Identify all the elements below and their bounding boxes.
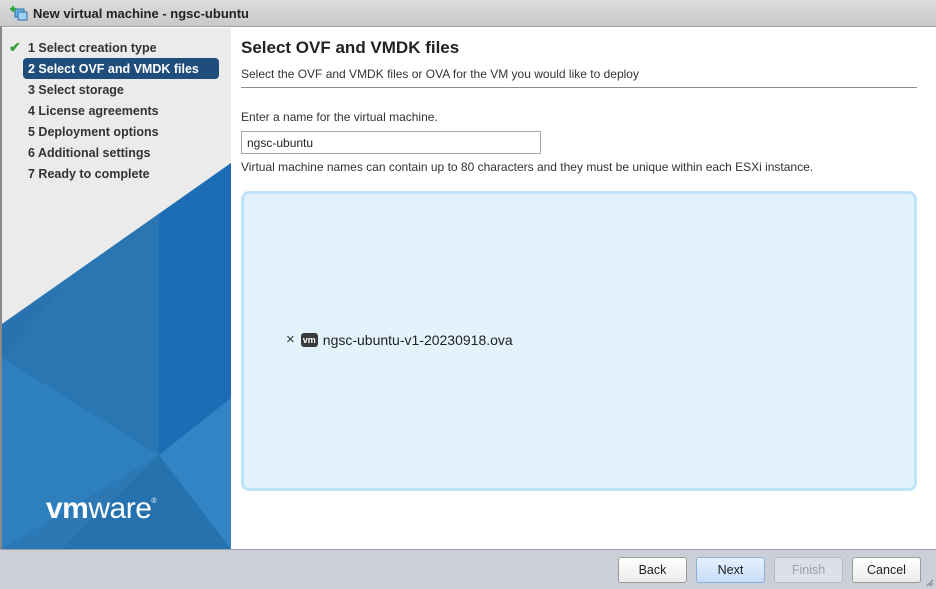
file-name: ngsc-ubuntu-v1-20230918.ova <box>322 331 513 348</box>
finish-button: Finish <box>774 557 843 583</box>
vm-name-hint: Virtual machine names can contain up to … <box>241 160 814 174</box>
cancel-button[interactable]: Cancel <box>852 557 921 583</box>
file-dropzone[interactable]: × vm ngsc-ubuntu-v1-20230918.ova <box>241 191 917 491</box>
wizard-step-label: 4 License agreements <box>28 103 159 118</box>
check-icon: ✔ <box>9 39 21 55</box>
wizard-steps: ✔ 1 Select creation type 2 Select OVF an… <box>2 37 231 184</box>
page-title: Select OVF and VMDK files <box>241 38 460 57</box>
wizard-content: Select OVF and VMDK files Select the OVF… <box>231 28 936 549</box>
wizard-step-5[interactable]: 5 Deployment options <box>2 121 231 142</box>
logo-ware-text: ware <box>88 492 152 525</box>
wizard-step-4[interactable]: 4 License agreements <box>2 100 231 121</box>
logo-vm-text: vm <box>46 492 89 525</box>
wizard-step-1[interactable]: ✔ 1 Select creation type <box>2 37 231 58</box>
wizard-step-7[interactable]: 7 Ready to complete <box>2 163 231 184</box>
wizard-step-label: 3 Select storage <box>28 82 124 97</box>
window-title: New virtual machine - ngsc-ubuntu <box>33 5 249 21</box>
wizard-footer: Back Next Finish Cancel <box>0 549 936 589</box>
window-titlebar[interactable]: New virtual machine - ngsc-ubuntu <box>0 0 936 27</box>
vm-file-icon: vm <box>300 332 318 347</box>
wizard-step-3[interactable]: 3 Select storage <box>2 79 231 100</box>
resize-grip-icon[interactable] <box>926 579 934 587</box>
new-vm-icon <box>10 5 28 21</box>
wizard-step-label: 6 Additional settings <box>28 145 151 160</box>
wizard-step-label: 2 Select OVF and VMDK files <box>28 61 199 76</box>
wizard-step-6[interactable]: 6 Additional settings <box>2 142 231 163</box>
back-button[interactable]: Back <box>618 557 687 583</box>
selected-file-item: × vm ngsc-ubuntu-v1-20230918.ova <box>286 331 513 348</box>
wizard-step-2[interactable]: 2 Select OVF and VMDK files <box>23 58 219 79</box>
page-subtitle: Select the OVF and VMDK files or OVA for… <box>241 67 639 81</box>
next-button[interactable]: Next <box>696 557 765 583</box>
vm-name-input[interactable] <box>241 131 541 154</box>
wizard-step-label: 7 Ready to complete <box>28 166 150 181</box>
wizard-sidebar: ✔ 1 Select creation type 2 Select OVF an… <box>2 28 231 549</box>
remove-file-icon[interactable]: × <box>286 331 295 348</box>
vm-name-label: Enter a name for the virtual machine. <box>241 110 438 124</box>
wizard-step-label: 1 Select creation type <box>28 40 157 55</box>
registered-mark: ® <box>151 498 157 505</box>
wizard-step-label: 5 Deployment options <box>28 124 159 139</box>
divider <box>241 87 917 88</box>
vmware-logo: vmware® <box>46 492 157 525</box>
